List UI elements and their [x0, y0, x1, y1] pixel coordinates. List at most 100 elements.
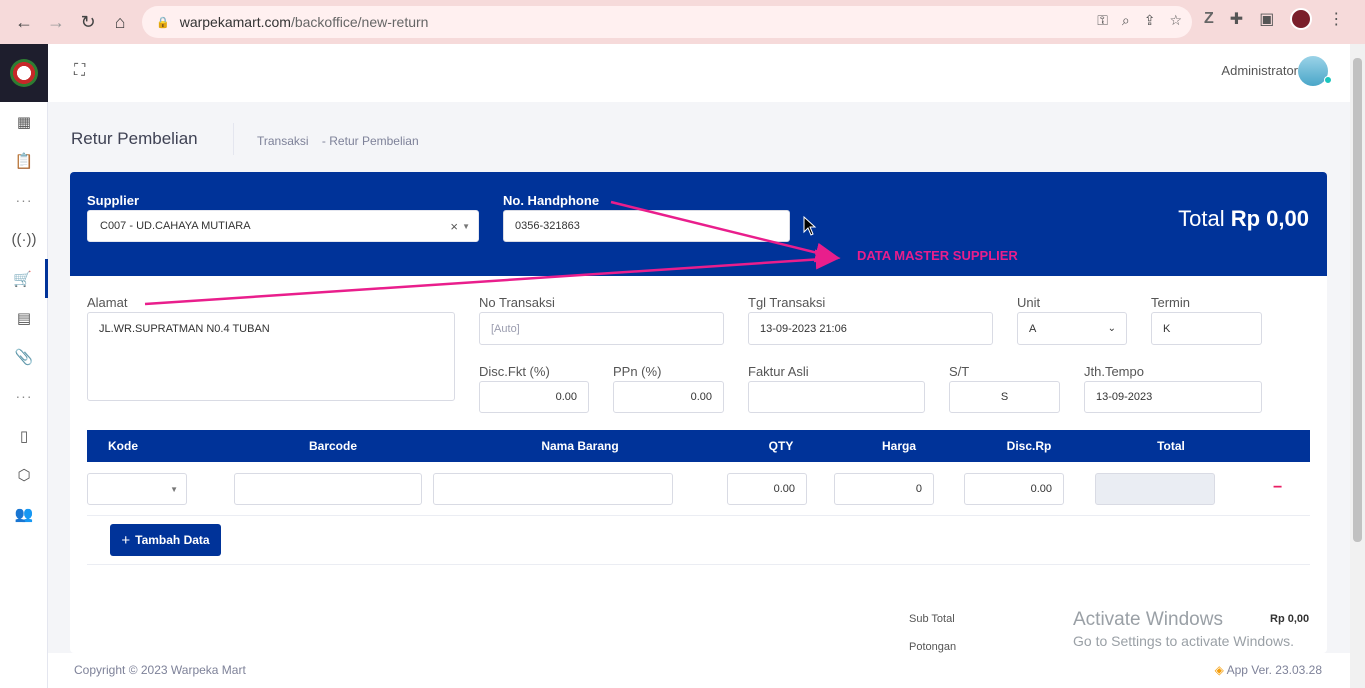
supplier-label: Supplier	[87, 193, 140, 208]
tgl-transaksi-input[interactable]: 13-09-2023 21:06	[748, 312, 993, 345]
disc-rp-input[interactable]: 0.00	[964, 473, 1064, 505]
puzzle-icon[interactable]: ✚	[1230, 9, 1243, 29]
phone-input[interactable]: 0356-321863	[503, 210, 790, 242]
chevron-down-icon: ▼	[170, 484, 178, 494]
unit-label: Unit	[1017, 295, 1041, 310]
supplier-value: C007 - UD.CAHAYA MUTIARA	[100, 220, 251, 232]
section-dots: ···	[15, 192, 33, 208]
faktur-asli-label: Faktur Asli	[748, 364, 809, 379]
annotation-label: DATA MASTER SUPPLIER	[857, 248, 1018, 263]
total-display: Total Rp 0,00	[1178, 206, 1309, 231]
col-barcode: Barcode	[308, 439, 358, 453]
clipboard-icon[interactable]: 📋	[0, 141, 48, 180]
page-scrollbar[interactable]	[1350, 44, 1365, 688]
no-transaksi-input[interactable]: [Auto]	[479, 312, 724, 345]
barcode-input[interactable]	[234, 473, 422, 505]
copyright-text: Copyright © 2023 Warpeka Mart	[74, 663, 246, 677]
extension-icon[interactable]: Z	[1204, 10, 1214, 28]
breadcrumb: Transaksi - Retur Pembelian	[257, 134, 419, 148]
termin-input[interactable]: K	[1151, 312, 1262, 345]
profile-avatar[interactable]	[1290, 8, 1313, 30]
zoom-icon[interactable]: ⌕	[1122, 12, 1130, 29]
cart-icon[interactable]: 🛒	[0, 259, 48, 298]
potongan-label: Potongan	[909, 641, 957, 653]
share-icon[interactable]: ⇪	[1144, 12, 1156, 29]
phone-label: No. Handphone	[503, 193, 600, 208]
reload-icon[interactable]: ↻	[74, 8, 102, 36]
col-qty: QTY	[768, 439, 794, 453]
ppn-input[interactable]: 0.00	[613, 381, 724, 413]
paperclip-icon[interactable]: 📎	[0, 337, 48, 376]
section-dots: ···	[15, 388, 33, 404]
col-total: Total	[1157, 439, 1185, 453]
breadcrumb-transaksi[interactable]: Transaksi	[257, 134, 309, 148]
items-table-header: Kode Barcode Nama Barang QTY Harga Disc.…	[87, 430, 1310, 462]
users-icon[interactable]: 👥	[0, 494, 48, 533]
termin-label: Termin	[1151, 295, 1191, 310]
fullscreen-icon[interactable]: ⛶	[74, 62, 85, 80]
star-icon[interactable]: ☆	[1169, 12, 1182, 29]
no-transaksi-label: No Transaksi	[479, 295, 555, 310]
book-icon[interactable]: ▯	[0, 416, 48, 455]
online-status-dot	[1324, 76, 1332, 84]
return-form-card: Supplier C007 - UD.CAHAYA MUTIARA × ▼ No…	[70, 172, 1327, 653]
divider	[233, 123, 234, 155]
sidebar: ▦ 📋 ··· ((·)) 🛒 ▤ 📎 ··· ▯ ⬡ 👥	[0, 44, 48, 688]
key-icon[interactable]: ⚿	[1097, 12, 1108, 29]
col-disc-rp: Disc.Rp	[1006, 439, 1052, 453]
plus-icon: +	[121, 531, 131, 549]
unit-select[interactable]: A ⌄	[1017, 312, 1127, 345]
harga-input[interactable]: 0	[834, 473, 934, 505]
logo[interactable]	[0, 44, 48, 102]
chevron-down-icon: ⌄	[1107, 323, 1116, 334]
subtotal-label: Sub Total	[909, 613, 955, 625]
user-name[interactable]: Administrator	[1221, 63, 1298, 78]
broadcast-icon[interactable]: ((·))	[0, 220, 48, 259]
footer: Copyright © 2023 Warpeka Mart ◈ App Ver.…	[48, 653, 1350, 688]
dashboard-icon[interactable]: ▦	[0, 102, 48, 141]
disc-fkt-label: Disc.Fkt (%)	[479, 364, 550, 379]
st-input[interactable]: S	[949, 381, 1060, 413]
jth-tempo-label: Jth.Tempo	[1084, 364, 1144, 379]
qty-input[interactable]: 0.00	[727, 473, 807, 505]
jth-tempo-input[interactable]: 13-09-2023	[1084, 381, 1262, 413]
faktur-asli-input[interactable]	[748, 381, 925, 413]
st-label: S/T	[949, 364, 970, 379]
supplier-select[interactable]: C007 - UD.CAHAYA MUTIARA × ▼	[87, 210, 479, 242]
address-bar[interactable]: 🔒 warpekamart.com/backoffice/new-return …	[142, 6, 1192, 38]
home-icon[interactable]: ⌂	[106, 8, 134, 36]
tgl-transaksi-label: Tgl Transaksi	[748, 295, 826, 310]
kode-select[interactable]: ▼	[87, 473, 187, 505]
breadcrumb-retur[interactable]: Retur Pembelian	[329, 134, 418, 148]
box-icon[interactable]: ⬡	[0, 455, 48, 494]
mouse-cursor	[803, 216, 817, 236]
form-header: Supplier C007 - UD.CAHAYA MUTIARA × ▼ No…	[70, 172, 1327, 276]
url-text: warpekamart.com/backoffice/new-return	[179, 14, 429, 30]
forward-icon[interactable]: →	[42, 8, 70, 36]
clear-icon[interactable]: ×	[450, 219, 458, 234]
col-nama-barang: Nama Barang	[541, 439, 619, 453]
remove-row-button[interactable]: −	[1273, 479, 1282, 497]
ppn-label: PPn (%)	[613, 364, 662, 379]
row-divider	[87, 564, 1310, 565]
add-row-button[interactable]: + Tambah Data	[110, 524, 221, 556]
page-title: Retur Pembelian	[71, 129, 198, 148]
sidepanel-icon[interactable]: ▣	[1259, 9, 1274, 29]
lock-icon: 🔒	[156, 16, 170, 29]
top-header: ⛶ Administrator	[48, 44, 1350, 102]
disc-fkt-input[interactable]: 0.00	[479, 381, 589, 413]
nama-barang-input[interactable]	[433, 473, 673, 505]
alamat-textarea[interactable]: JL.WR.SUPRATMAN N0.4 TUBAN	[87, 312, 455, 401]
menu-icon[interactable]: ⋮	[1328, 9, 1344, 29]
chevron-down-icon: ▼	[462, 221, 470, 231]
back-icon[interactable]: ←	[10, 8, 38, 36]
col-kode: Kode	[108, 439, 138, 453]
browser-toolbar: ← → ↻ ⌂ 🔒 warpekamart.com/backoffice/new…	[0, 0, 1365, 44]
col-harga: Harga	[881, 439, 917, 453]
add-row-label: Tambah Data	[135, 533, 210, 547]
row-divider	[87, 515, 1310, 516]
alamat-label: Alamat	[87, 295, 128, 310]
activation-watermark: Activate Windows Go to Settings to activ…	[1073, 609, 1294, 649]
calculator-icon[interactable]: ▤	[0, 298, 48, 337]
layers-icon: ◈	[1214, 663, 1224, 677]
